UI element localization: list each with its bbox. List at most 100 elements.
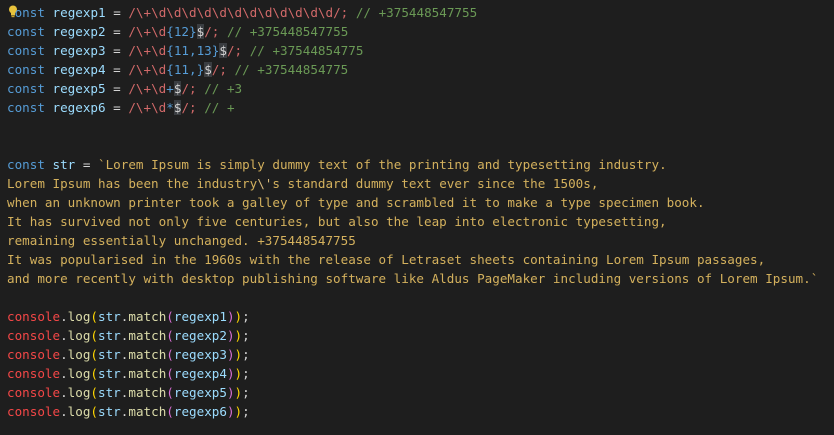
arg-object: str <box>98 328 121 343</box>
template-string-line: and more recently with desktop publishin… <box>7 271 819 286</box>
operator: = <box>105 100 129 115</box>
comment: // +37544854775 <box>226 62 349 77</box>
template-string-line: s standard dummy text ever since the 150… <box>272 176 599 191</box>
regex-literal: /\+\d <box>128 43 167 58</box>
keyword: const <box>7 43 45 58</box>
comment: // +375448547755 <box>348 5 478 20</box>
paren: ( <box>166 404 174 419</box>
console-object: console <box>7 385 61 400</box>
regex-end: /; <box>211 62 227 77</box>
keyword: const <box>7 157 45 172</box>
operator: = <box>105 24 129 39</box>
semicolon: ; <box>242 404 250 419</box>
keyword: const <box>7 81 45 96</box>
code-line-1: const regexp1 = /\+\d\d\d\d\d\d\d\d\d\d\… <box>7 3 478 22</box>
comment: // +375448547755 <box>219 24 349 39</box>
operator: = <box>105 81 129 96</box>
keyword: const <box>7 24 45 39</box>
operator: = <box>105 43 129 58</box>
comment: // + <box>196 100 235 115</box>
operator: = <box>105 62 129 77</box>
regex-anchor: $ <box>219 43 227 58</box>
code-line-2: const regexp2 = /\+\d{12}$/; // +3754485… <box>7 22 348 41</box>
console-object: console <box>7 328 61 343</box>
template-line-3: when an unknown printer took a galley of… <box>7 193 705 212</box>
variable-name: regexp5 <box>52 81 106 96</box>
comment: // +37544854775 <box>242 43 364 58</box>
regex-literal: /\+\d\d\d\d\d\d\d\d\d\d\d\d <box>128 5 334 20</box>
paren: ( <box>166 328 174 343</box>
arg-object: str <box>98 385 121 400</box>
paren: ( <box>166 366 174 381</box>
regex-quantifier: {12} <box>166 24 197 39</box>
variable-name: str <box>52 157 76 172</box>
variable-name: regexp6 <box>52 100 106 115</box>
method-name: log <box>67 366 91 381</box>
paren: ) <box>234 366 243 381</box>
paren: ( <box>166 385 174 400</box>
paren: ) <box>234 385 243 400</box>
dot: . <box>60 366 68 381</box>
semicolon: ; <box>242 385 250 400</box>
code-line-str: const str = `Lorem Ipsum is simply dummy… <box>7 155 667 174</box>
keyword: onst <box>14 5 45 20</box>
semicolon: ; <box>242 328 250 343</box>
method-name: log <box>67 404 91 419</box>
console-object: console <box>7 347 61 362</box>
arg-object: str <box>98 366 121 381</box>
paren: ( <box>90 385 99 400</box>
arg-name: regexp3 <box>173 347 227 362</box>
regex-end: /; <box>181 81 197 96</box>
paren: ) <box>234 347 243 362</box>
variable-name: regexp1 <box>52 5 106 20</box>
paren: ) <box>226 404 235 419</box>
variable-name: regexp3 <box>52 43 106 58</box>
regex-anchor: $ <box>204 62 212 77</box>
template-line-2: Lorem Ipsum has been the industry\'s sta… <box>7 174 598 193</box>
code-line-5: const regexp5 = /\+\d+$/; // +3 <box>7 79 242 98</box>
arg-object: str <box>98 309 121 324</box>
method-name: match <box>128 385 167 400</box>
console-line-2: console.log(str.match(regexp2)); <box>7 326 250 345</box>
console-line-3: console.log(str.match(regexp3)); <box>7 345 250 364</box>
regex-literal: /\+\d <box>128 81 167 96</box>
console-line-5: console.log(str.match(regexp5)); <box>7 383 250 402</box>
semicolon: ; <box>242 347 250 362</box>
method-name: log <box>67 309 91 324</box>
keyword: const <box>7 100 45 115</box>
regex-end: /; <box>226 43 243 58</box>
paren: ( <box>90 347 99 362</box>
template-string-line: It has survived not only five centuries,… <box>7 214 667 229</box>
regex-quantifier: + <box>166 81 174 96</box>
dot: . <box>60 309 68 324</box>
paren: ) <box>226 366 235 381</box>
regex-quantifier: {11,} <box>166 62 205 77</box>
dot: . <box>60 385 68 400</box>
template-string-line: `Lorem Ipsum is simply dummy text of the… <box>98 157 667 172</box>
paren: ( <box>90 309 99 324</box>
console-object: console <box>7 404 61 419</box>
template-string-line: when an unknown printer took a galley of… <box>7 195 705 210</box>
comment: // +3 <box>196 81 243 96</box>
template-string-line: It was popularised in the 1960s with the… <box>7 252 766 267</box>
console-object: console <box>7 366 61 381</box>
arg-name: regexp2 <box>173 328 227 343</box>
paren: ( <box>90 366 99 381</box>
arg-name: regexp5 <box>173 385 227 400</box>
dot: . <box>60 328 68 343</box>
console-line-4: console.log(str.match(regexp4)); <box>7 364 250 383</box>
paren: ( <box>166 309 174 324</box>
paren: ) <box>226 347 235 362</box>
template-string-line: remaining essentially unchanged. +375448… <box>7 233 356 248</box>
code-editor[interactable]: const regexp1 = /\+\d\d\d\d\d\d\d\d\d\d\… <box>0 0 834 435</box>
semicolon: ; <box>242 309 250 324</box>
dot: . <box>60 404 68 419</box>
paren: ) <box>234 328 243 343</box>
template-line-7: and more recently with desktop publishin… <box>7 269 818 288</box>
paren: ) <box>226 328 235 343</box>
arg-name: regexp1 <box>173 309 227 324</box>
regex-end: /; <box>204 24 220 39</box>
paren: ) <box>234 404 243 419</box>
paren: ) <box>234 309 243 324</box>
template-string-line: Lorem Ipsum has been the industry <box>7 176 258 191</box>
